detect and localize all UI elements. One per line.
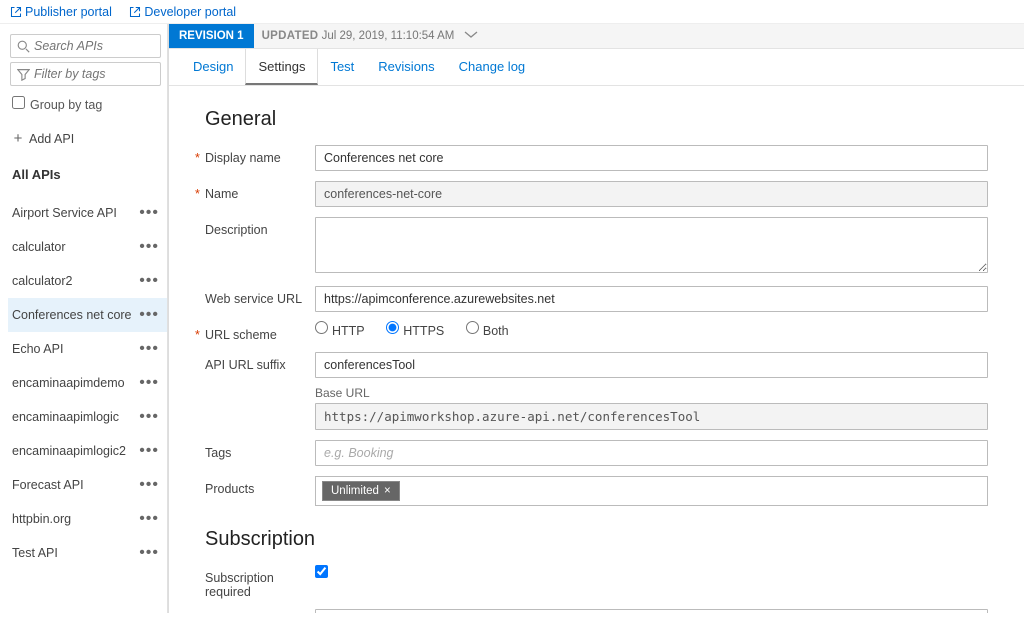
tab-revisions[interactable]: Revisions xyxy=(366,49,446,85)
sub-required-label: Subscription required xyxy=(205,565,315,599)
section-subscription: Subscription xyxy=(205,528,988,551)
ws-url-label: Web service URL xyxy=(205,286,315,306)
all-apis-heading[interactable]: All APIs xyxy=(8,157,167,196)
sidebar: Group by tag +Add API All APIs Airport S… xyxy=(0,24,168,613)
revision-bar[interactable]: REVISION 1 UPDATED Jul 29, 2019, 11:10:5… xyxy=(169,24,1024,49)
scheme-http[interactable]: HTTP xyxy=(315,324,365,338)
api-item[interactable]: Forecast API ••• xyxy=(8,468,167,502)
tab-settings[interactable]: Settings xyxy=(245,49,318,85)
search-apis-box[interactable] xyxy=(10,34,161,58)
more-icon[interactable]: ••• xyxy=(139,516,159,522)
api-item[interactable]: calculator ••• xyxy=(8,230,167,264)
api-item-label: Conferences net core xyxy=(12,308,132,322)
name-input xyxy=(315,181,988,207)
api-item-label: encaminaapimdemo xyxy=(12,376,125,390)
api-item[interactable]: encaminaapimlogic2 ••• xyxy=(8,434,167,468)
more-icon[interactable]: ••• xyxy=(139,244,159,250)
suffix-label: API URL suffix xyxy=(205,352,315,372)
suffix-input[interactable] xyxy=(315,352,988,378)
api-item-label: Airport Service API xyxy=(12,206,117,220)
revision-badge: REVISION 1 xyxy=(169,24,254,48)
section-general: General xyxy=(205,108,988,131)
url-scheme-label: URL scheme xyxy=(205,322,315,342)
more-icon[interactable]: ••• xyxy=(139,346,159,352)
more-icon[interactable]: ••• xyxy=(139,210,159,216)
api-item[interactable]: encaminaapimdemo ••• xyxy=(8,366,167,400)
api-item-label: Test API xyxy=(12,546,58,560)
api-item-label: Echo API xyxy=(12,342,63,356)
search-apis-input[interactable] xyxy=(34,39,154,53)
more-icon[interactable]: ••• xyxy=(139,448,159,454)
base-url-input xyxy=(315,403,988,430)
external-link-icon xyxy=(129,6,141,18)
tab-design[interactable]: Design xyxy=(181,49,245,85)
external-link-icon xyxy=(10,6,22,18)
api-item-label: calculator2 xyxy=(12,274,72,288)
api-item-label: encaminaapimlogic2 xyxy=(12,444,126,458)
more-icon[interactable]: ••• xyxy=(139,278,159,284)
chip-remove-icon[interactable]: × xyxy=(384,485,391,497)
scheme-https[interactable]: HTTPS xyxy=(386,324,444,338)
tags-label: Tags xyxy=(205,440,315,460)
api-item[interactable]: httpbin.org ••• xyxy=(8,502,167,536)
tabs: DesignSettingsTestRevisionsChange log xyxy=(169,49,1024,86)
more-icon[interactable]: ••• xyxy=(139,312,159,318)
scheme-both[interactable]: Both xyxy=(466,324,509,338)
revision-updated: UPDATED Jul 29, 2019, 11:10:54 AM xyxy=(254,30,478,42)
products-label: Products xyxy=(205,476,315,496)
group-by-tag-checkbox[interactable] xyxy=(12,96,25,109)
filter-tags-box[interactable] xyxy=(10,62,161,86)
tab-test[interactable]: Test xyxy=(318,49,366,85)
more-icon[interactable]: ••• xyxy=(139,380,159,386)
more-icon[interactable]: ••• xyxy=(139,482,159,488)
base-url-label: Base URL xyxy=(315,386,988,400)
api-item[interactable]: Conferences net core ••• xyxy=(8,298,167,332)
display-name-input[interactable] xyxy=(315,145,988,171)
display-name-label: Display name xyxy=(205,145,315,165)
products-field[interactable]: Unlimited× xyxy=(315,476,988,506)
filter-tags-input[interactable] xyxy=(34,67,154,81)
name-label: Name xyxy=(205,181,315,201)
group-by-tag[interactable]: Group by tag xyxy=(8,90,167,118)
sub-required-checkbox[interactable] xyxy=(315,565,328,578)
api-item[interactable]: Airport Service API ••• xyxy=(8,196,167,230)
header-name-input[interactable] xyxy=(315,609,988,613)
api-item-label: httpbin.org xyxy=(12,512,71,526)
tab-change-log[interactable]: Change log xyxy=(447,49,538,85)
product-chip[interactable]: Unlimited× xyxy=(322,481,400,501)
more-icon[interactable]: ••• xyxy=(139,550,159,556)
search-icon xyxy=(17,40,30,53)
filter-icon xyxy=(17,68,30,81)
url-scheme-radios: HTTP HTTPS Both xyxy=(315,322,988,338)
developer-portal-link[interactable]: Developer portal xyxy=(129,5,236,19)
api-item[interactable]: Echo API ••• xyxy=(8,332,167,366)
tags-input[interactable] xyxy=(315,440,988,466)
more-icon[interactable]: ••• xyxy=(139,414,159,420)
header-name-label: Header name xyxy=(205,609,315,613)
api-item-label: calculator xyxy=(12,240,66,254)
add-api-button[interactable]: +Add API xyxy=(8,118,167,157)
api-item[interactable]: calculator2 ••• xyxy=(8,264,167,298)
api-item[interactable]: Test API ••• xyxy=(8,536,167,570)
api-item-label: Forecast API xyxy=(12,478,84,492)
description-label: Description xyxy=(205,217,315,237)
api-item[interactable]: encaminaapimlogic ••• xyxy=(8,400,167,434)
description-input[interactable] xyxy=(315,217,988,273)
publisher-portal-link[interactable]: Publisher portal xyxy=(10,5,115,19)
api-item-label: encaminaapimlogic xyxy=(12,410,119,424)
chevron-down-icon xyxy=(464,31,478,39)
plus-icon: + xyxy=(12,130,24,147)
main-panel: REVISION 1 UPDATED Jul 29, 2019, 11:10:5… xyxy=(168,24,1024,613)
ws-url-input[interactable] xyxy=(315,286,988,312)
